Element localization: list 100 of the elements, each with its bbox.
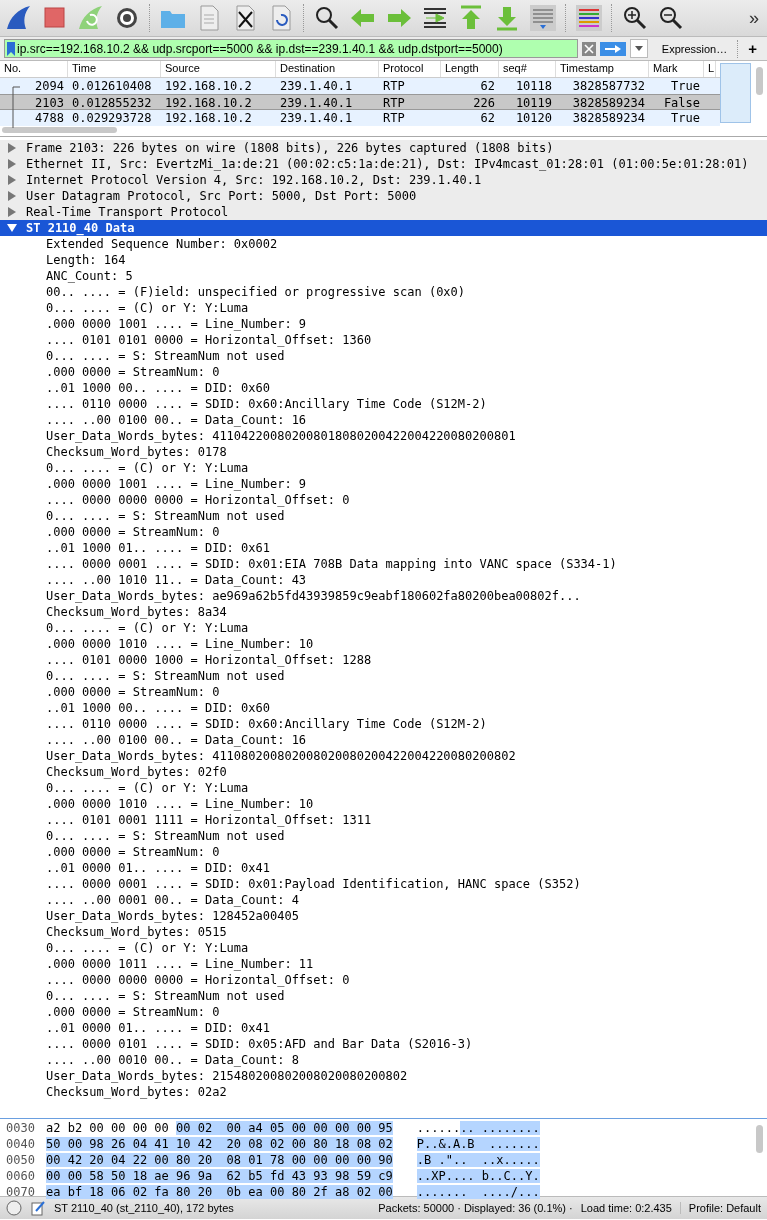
tree-field[interactable]: 0... .... = (C) or Y: Y:Luma (46, 460, 249, 476)
column-header[interactable]: L (704, 61, 716, 77)
tree-field[interactable]: ANC_Count: 5 (46, 268, 133, 284)
ascii-bytes: ..XP.... b..C..Y. (416, 1169, 540, 1183)
tree-field[interactable]: 00.. .... = (F)ield: unspecified or progressive scan (0x0) (46, 284, 466, 300)
add-filter-button[interactable]: + (742, 40, 763, 57)
tree-field[interactable]: .... ..00 0100 00.. = Data_Count: 16 (46, 732, 307, 748)
column-header[interactable]: Timestamp (556, 61, 649, 77)
tree-field[interactable]: .... 0101 0101 0000 = Horizontal_Offset: 1360 (46, 332, 372, 348)
expert-info-icon[interactable] (6, 1200, 22, 1216)
tree-field[interactable]: .... 0000 0001 .... = SDID: 0x01:Payload Identification, HANC space (S352) (46, 876, 581, 892)
tree-field[interactable]: User_Data_Words_bytes: 215480200802008020080200802 (46, 1068, 408, 1084)
scrollbar-thumb[interactable] (2, 127, 117, 133)
tree-field[interactable]: ..01 1000 01.. .... = DID: 0x61 (46, 540, 270, 556)
tree-field[interactable]: User_Data_Words_bytes: 411080200802008020080200422004220080200802 (46, 748, 516, 764)
column-header[interactable]: Mark (649, 61, 704, 77)
column-header[interactable]: seq# (499, 61, 556, 77)
tree-field[interactable]: .000 0000 1001 .... = Line_Number: 9 (46, 316, 307, 332)
packet-row[interactable]: 2103 0.012855232 192.168.10.2 239.1.40.1 RTP 226 10119 3828589234 False (0, 94, 720, 110)
related-packets-bracket (12, 86, 20, 128)
tree-field[interactable]: .... 0101 0001 1111 = Horizontal_Offset: 1311 (46, 812, 372, 828)
tree-field[interactable]: Checksum_Word_bytes: 8a34 (46, 604, 227, 620)
collapsed-arrow-icon[interactable] (6, 191, 18, 201)
tree-field[interactable]: 0... .... = S: StreamNum not used (46, 348, 285, 364)
tree-field[interactable]: .... 0000 0000 0000 = Horizontal_Offset: 0 (46, 492, 350, 508)
tree-field[interactable]: 0... .... = S: StreamNum not used (46, 988, 285, 1004)
tree-field[interactable]: ..01 1000 00.. .... = DID: 0x60 (46, 380, 270, 396)
packet-row[interactable]: 4788 0.029293728 192.168.10.2 239.1.40.1 RTP 62 10120 3828589234 True (0, 110, 720, 126)
tree-field[interactable]: .000 0000 1011 .... = Line_Number: 11 (46, 956, 314, 972)
tree-field[interactable]: .... 0000 0000 0000 = Horizontal_Offset: 0 (46, 972, 350, 988)
tree-field[interactable]: User_Data_Words_bytes: ae969a62b5fd43939859c9eabf180602fa80200bea00802f... (46, 588, 581, 604)
scrollbar-thumb[interactable] (755, 67, 763, 95)
tree-field[interactable]: 0... .... = (C) or Y: Y:Luma (46, 620, 249, 636)
collapsed-arrow-icon[interactable] (6, 143, 18, 153)
tree-field[interactable]: User_Data_Words_bytes: 411042200802008018080200422004220080200801 (46, 428, 516, 444)
column-header[interactable]: Destination (276, 61, 379, 77)
bookmark-icon[interactable] (7, 41, 15, 56)
tree-field[interactable]: .... ..00 1010 11.. = Data_Count: 43 (46, 572, 307, 588)
tree-field[interactable]: .000 0000 = StreamNum: 0 (46, 1004, 220, 1020)
tree-field[interactable]: .000 0000 1001 .... = Line_Number: 9 (46, 476, 307, 492)
tree-field[interactable]: .... ..00 0100 00.. = Data_Count: 16 (46, 412, 307, 428)
tree-field[interactable]: Length: 164 (46, 252, 126, 268)
hex-bytes: a2 b2 00 00 00 00 00 02 00 a4 05 00 00 00 00 95 (46, 1121, 393, 1135)
expanded-arrow-icon[interactable] (6, 223, 18, 233)
tree-field[interactable]: Checksum_Word_bytes: 0178 (46, 444, 227, 460)
tree-field[interactable]: .000 0000 = StreamNum: 0 (46, 524, 220, 540)
tree-field[interactable]: Checksum_Word_bytes: 0515 (46, 924, 227, 940)
tree-field[interactable]: Checksum_Word_bytes: 02f0 (46, 764, 227, 780)
column-header[interactable]: Protocol (379, 61, 441, 77)
tree-field[interactable]: .... 0110 0000 .... = SDID: 0x60:Ancillary Time Code (S12M-2) (46, 716, 487, 732)
expression-button[interactable]: Expression… (651, 39, 739, 58)
tree-field[interactable]: .000 0000 = StreamNum: 0 (46, 684, 220, 700)
tree-field[interactable]: 0... .... = (C) or Y: Y:Luma (46, 780, 249, 796)
tree-field[interactable]: ..01 1000 00.. .... = DID: 0x60 (46, 700, 270, 716)
tree-field[interactable]: .000 0000 1010 .... = Line_Number: 10 (46, 796, 314, 812)
collapsed-arrow-icon[interactable] (6, 175, 18, 185)
clear-filter-button[interactable] (581, 41, 596, 56)
filter-history-dropdown[interactable] (629, 39, 648, 58)
tree-row[interactable]: User Datagram Protocol, Src Port: 5000, Dst Port: 5000 (0, 188, 767, 204)
auto-scroll-icon[interactable] (528, 3, 558, 33)
tree-row[interactable]: Internet Protocol Version 4, Src: 192.168.10.2, Dst: 239.1.40.1 (0, 172, 767, 188)
tree-field[interactable]: 0... .... = (C) or Y: Y:Luma (46, 300, 249, 316)
tree-row[interactable]: ST 2110_40 Data (0, 220, 767, 236)
tree-field[interactable]: ..01 0000 01.. .... = DID: 0x41 (46, 1020, 270, 1036)
apply-filter-button[interactable] (599, 41, 626, 56)
collapsed-arrow-icon[interactable] (6, 159, 18, 169)
column-header[interactable]: Time (68, 61, 161, 77)
column-header[interactable]: Length (441, 61, 499, 77)
tree-row[interactable]: Frame 2103: 226 bytes on wire (1808 bits), 226 bytes captured (1808 bits) (0, 140, 767, 156)
tree-row[interactable]: Real-Time Transport Protocol (0, 204, 767, 220)
tree-field[interactable]: .... ..00 0010 00.. = Data_Count: 8 (46, 1052, 299, 1068)
edit-comment-icon[interactable] (30, 1200, 46, 1216)
collapsed-arrow-icon[interactable] (6, 207, 18, 217)
tree-field[interactable]: .000 0000 1010 .... = Line_Number: 10 (46, 636, 314, 652)
column-header[interactable]: No. (0, 61, 68, 77)
tree-field[interactable]: Checksum_Word_bytes: 02a2 (46, 1084, 227, 1100)
tree-field[interactable]: .... 0110 0000 .... = SDID: 0x60:Ancillary Time Code (S12M-2) (46, 396, 487, 412)
packet-row[interactable]: 2094 0.012610408 192.168.10.2 239.1.40.1 RTP 62 10118 3828587732 True (0, 78, 720, 94)
tree-field[interactable]: 0... .... = S: StreamNum not used (46, 668, 285, 684)
tree-field[interactable]: .000 0000 = StreamNum: 0 (46, 364, 220, 380)
tree-field[interactable]: .... 0101 0000 1000 = Horizontal_Offset: 1288 (46, 652, 372, 668)
tree-field[interactable]: .... 0000 0101 .... = SDID: 0x05:AFD and Bar Data (S2016-3) (46, 1036, 473, 1052)
tree-field[interactable]: User_Data_Words_bytes: 128452a00405 (46, 908, 299, 924)
tree-field[interactable]: ..01 0000 01.. .... = DID: 0x41 (46, 860, 270, 876)
tree-field[interactable]: Extended Sequence Number: 0x0002 (46, 236, 278, 252)
display-filter-field[interactable]: ip.src==192.168.10.2 && udp.srcport==5000 && ip.dst==239.1.40.1 && udp.dstport==5000) (4, 39, 578, 58)
tree-field[interactable]: .... ..00 0001 00.. = Data_Count: 4 (46, 892, 299, 908)
tree-field[interactable]: 0... .... = S: StreamNum not used (46, 508, 285, 524)
table-cell-text: 62 (479, 78, 496, 94)
tree-field[interactable]: .... 0000 0001 .... = SDID: 0x01:EIA 708B Data mapping into VANC space (S334-1) (46, 556, 617, 572)
table-cell-text: 0.012855232 (71, 95, 153, 109)
toolbar-overflow[interactable]: » (745, 7, 763, 29)
colorize-icon[interactable] (574, 3, 604, 33)
caret-icon (634, 46, 643, 51)
tree-field[interactable]: .000 0000 = StreamNum: 0 (46, 844, 220, 860)
profile-selector[interactable]: Profile: Default (679, 1202, 761, 1214)
column-header[interactable]: Source (161, 61, 276, 77)
tree-field[interactable]: 0... .... = (C) or Y: Y:Luma (46, 940, 249, 956)
scrollbar-thumb[interactable] (755, 1125, 763, 1153)
tree-field[interactable]: 0... .... = S: StreamNum not used (46, 828, 285, 844)
